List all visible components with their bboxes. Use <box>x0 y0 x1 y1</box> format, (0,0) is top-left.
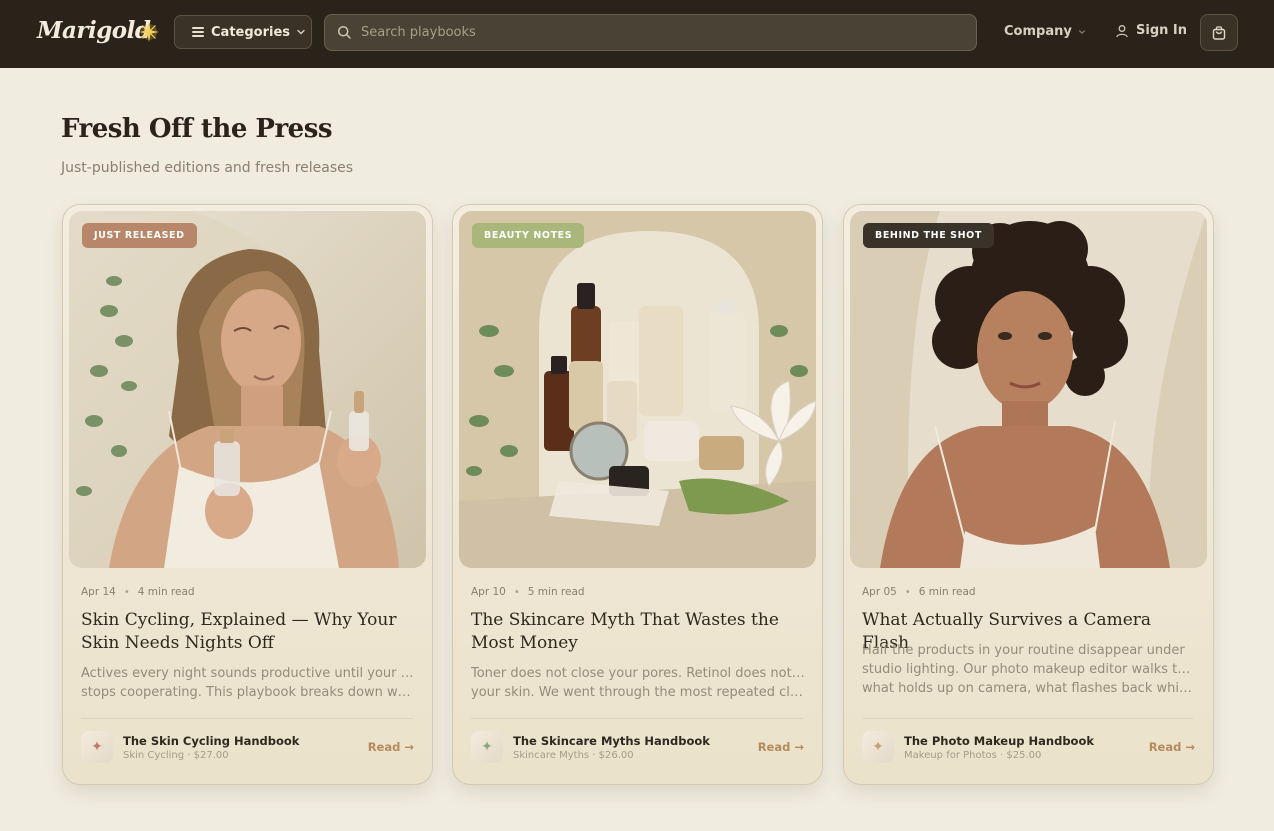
section-subtitle: Just-published editions and fresh releas… <box>61 160 354 176</box>
sign-in-link[interactable]: Sign In <box>1115 23 1187 38</box>
article-excerpt: Actives every night sounds productive un… <box>81 664 416 702</box>
article-meta: Apr 05 • 6 min read <box>862 586 976 598</box>
article-meta: Apr 10 • 5 min read <box>471 586 585 598</box>
categories-label: Categories <box>211 24 291 40</box>
card-divider <box>81 718 413 719</box>
user-icon <box>1116 24 1128 37</box>
article-meta: Apr 14 • 4 min read <box>81 586 195 598</box>
article-title[interactable]: The Skincare Myth That Wastes the Most M… <box>471 609 811 655</box>
article-date: Apr 10 <box>471 586 506 598</box>
article-badge: JUST RELEASED <box>82 223 197 248</box>
categories-button[interactable]: Categories <box>174 15 312 49</box>
article-badge: BEAUTY NOTES <box>472 223 585 248</box>
section-title: Fresh Off the Press <box>61 114 332 144</box>
search-input[interactable] <box>361 25 941 40</box>
read-link[interactable]: Read → <box>1149 740 1195 754</box>
brand-logo[interactable]: Marigold <box>37 17 151 44</box>
read-link[interactable]: Read → <box>758 740 804 754</box>
article-read-time: 4 min read <box>137 586 195 598</box>
product-thumbnail: ✦ <box>81 731 113 763</box>
chevron-down-icon <box>1078 29 1085 34</box>
article-card[interactable]: BEAUTY NOTES Apr 10 • 5 min read The Ski… <box>452 204 823 785</box>
excerpt-line: your skin. We went through the most repe… <box>471 685 806 700</box>
article-title[interactable]: Skin Cycling, Explained — Why Your Skin … <box>81 609 421 655</box>
product-thumbnail: ✦ <box>862 731 894 763</box>
excerpt-line: stops cooperating. This playbook breaks … <box>81 685 416 700</box>
product-thumbnail: ✦ <box>471 731 503 763</box>
sparkle-icon: ✦ <box>872 739 884 755</box>
sign-in-label: Sign In <box>1136 23 1187 38</box>
top-navbar: Marigold Categories Company Sign In <box>0 0 1274 68</box>
article-image: JUST RELEASED <box>69 211 426 568</box>
article-date: Apr 05 <box>862 586 897 598</box>
article-read-time: 6 min read <box>918 586 976 598</box>
product-meta: Skin Cycling · $27.00 <box>123 750 229 761</box>
article-read-time: 5 min read <box>527 586 585 598</box>
product-meta: Makeup for Photos · $25.00 <box>904 750 1042 761</box>
excerpt-line: what holds up on camera, what flashes ba… <box>862 681 1197 696</box>
article-badge: BEHIND THE SHOT <box>863 223 994 248</box>
separator-dot: • <box>123 586 130 598</box>
company-menu[interactable]: Company <box>1004 24 1086 39</box>
article-card[interactable]: BEHIND THE SHOT Apr 05 • 6 min read What… <box>843 204 1214 785</box>
article-excerpt: Toner does not close your pores. Retinol… <box>471 664 806 702</box>
separator-dot: • <box>513 586 520 598</box>
article-date: Apr 14 <box>81 586 116 598</box>
excerpt-line: Actives every night sounds productive un… <box>81 666 416 681</box>
product-name[interactable]: The Skincare Myths Handbook <box>513 734 710 748</box>
company-label: Company <box>1004 24 1072 39</box>
article-image: BEAUTY NOTES <box>459 211 816 568</box>
product-meta: Skincare Myths · $26.00 <box>513 750 634 761</box>
product-name[interactable]: The Photo Makeup Handbook <box>904 734 1094 748</box>
chevron-down-icon <box>297 29 305 35</box>
article-excerpt: Half the products in your routine disapp… <box>862 641 1197 698</box>
search-bar <box>324 14 977 51</box>
shopping-bag-icon <box>1212 25 1226 40</box>
card-divider <box>862 718 1194 719</box>
menu-icon <box>192 27 204 37</box>
card-divider <box>471 718 803 719</box>
excerpt-line: Toner does not close your pores. Retinol… <box>471 666 806 681</box>
separator-dot: • <box>904 586 911 598</box>
sparkle-icon: ✦ <box>481 739 493 755</box>
sparkle-icon: ✦ <box>91 739 103 755</box>
excerpt-line: Half the products in your routine disapp… <box>862 643 1185 658</box>
search-icon <box>337 25 351 39</box>
excerpt-line: studio lighting. Our photo makeup editor… <box>862 662 1197 677</box>
sparkle-icon <box>139 22 159 42</box>
article-image: BEHIND THE SHOT <box>850 211 1207 568</box>
article-card[interactable]: JUST RELEASED Apr 14 • 4 min read Skin C… <box>62 204 433 785</box>
read-link[interactable]: Read → <box>368 740 414 754</box>
product-name[interactable]: The Skin Cycling Handbook <box>123 734 299 748</box>
cart-button[interactable] <box>1200 14 1238 51</box>
